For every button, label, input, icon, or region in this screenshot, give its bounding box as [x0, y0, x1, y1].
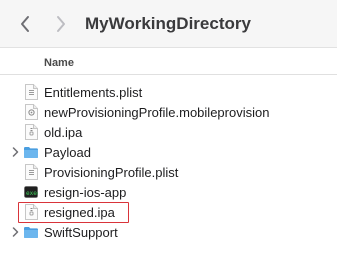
plist-file-icon [23, 84, 39, 100]
svg-text:exec: exec [26, 190, 38, 197]
toolbar: MyWorkingDirectory [0, 0, 337, 48]
file-row[interactable]: ProvisioningProfile.plist [0, 162, 337, 182]
terminal-executable-icon: exec [23, 184, 39, 200]
disclosure-triangle-icon[interactable] [10, 226, 20, 238]
chevron-right-icon [57, 16, 65, 32]
file-name: resigned.ipa [44, 205, 115, 220]
folder-row[interactable]: SwiftSupport [0, 222, 337, 242]
plist-file-icon [23, 164, 39, 180]
file-name: old.ipa [44, 125, 83, 140]
file-name: resign-ios-app [44, 185, 127, 200]
file-list: Entitlements.plist newProvisioningProfile… [0, 82, 337, 242]
file-row[interactable]: newProvisioningProfile.mobileprovision [0, 102, 337, 122]
file-name: newProvisioningProfile.mobileprovision [44, 105, 270, 120]
file-name: Entitlements.plist [44, 85, 143, 100]
folder-icon [23, 144, 39, 160]
disclosure-triangle-icon[interactable] [10, 146, 20, 158]
file-name: ProvisioningProfile.plist [44, 165, 179, 180]
file-name: Payload [44, 145, 91, 160]
file-row[interactable]: resigned.ipa [0, 202, 337, 223]
file-row[interactable]: exec resign-ios-app [0, 182, 337, 202]
file-name: SwiftSupport [44, 225, 118, 240]
archive-file-icon [23, 204, 39, 220]
column-header[interactable]: Name [0, 53, 337, 75]
back-button[interactable] [14, 12, 36, 36]
folder-row[interactable]: Payload [0, 142, 337, 162]
column-header-name[interactable]: Name [44, 57, 74, 69]
chevron-left-icon [21, 16, 29, 32]
provisioning-file-icon [23, 104, 39, 120]
archive-file-icon [23, 124, 39, 140]
file-row[interactable]: old.ipa [0, 122, 337, 142]
file-row[interactable]: Entitlements.plist [0, 82, 337, 102]
folder-icon [23, 224, 39, 240]
forward-button[interactable] [50, 12, 72, 36]
window-title: MyWorkingDirectory [85, 14, 251, 33]
finder-window: MyWorkingDirectory Name Entitlements.pli… [0, 0, 337, 260]
